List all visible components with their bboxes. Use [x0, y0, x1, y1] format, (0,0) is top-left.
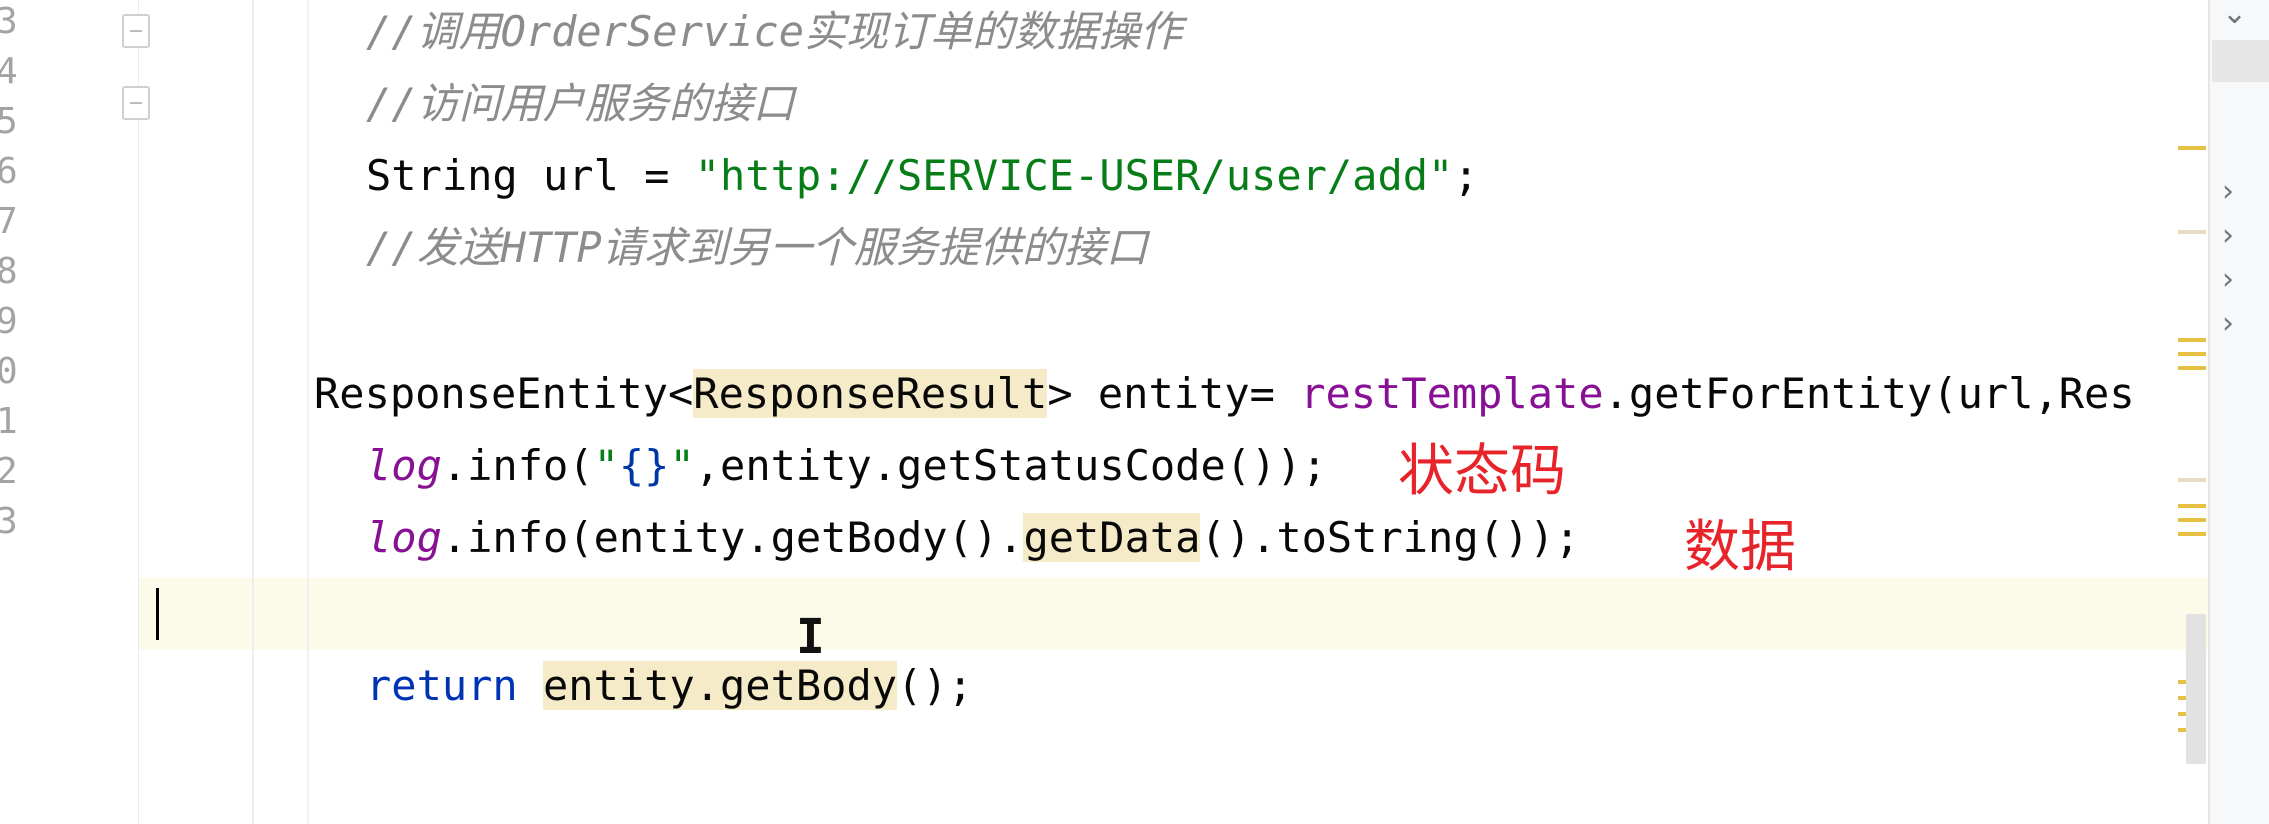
usage-highlight: getData — [1023, 513, 1201, 562]
code-token: (); — [897, 661, 973, 710]
indent-guide — [307, 0, 309, 824]
code-token: ,entity.getStatusCode()); — [694, 441, 1327, 490]
vertical-scrollbar-thumb[interactable] — [2186, 614, 2206, 764]
fold-guide — [252, 0, 254, 824]
fold-icon[interactable] — [122, 86, 150, 120]
code-token: String url = — [366, 151, 695, 200]
current-line-highlight — [138, 578, 2208, 650]
code-token: .info( — [441, 441, 594, 490]
code-line-log-status[interactable]: log.info("{}",entity.getStatusCode()); — [366, 430, 1327, 502]
usage-highlight: ResponseResult — [693, 369, 1048, 418]
text-caret — [156, 588, 159, 640]
code-line-comment[interactable]: //访问用户服务的接口 — [366, 68, 795, 140]
warning-marker[interactable] — [2178, 518, 2206, 522]
code-line-log-data[interactable]: log.info(entity.getBody().getData().toSt… — [366, 502, 1580, 574]
code-line-response-entity[interactable]: ResponseEntity<ResponseResult> entity= r… — [314, 358, 2135, 430]
format-placeholder: {} — [618, 441, 670, 490]
annotation-data: 数据 — [1684, 515, 1796, 580]
warning-marker[interactable] — [2178, 338, 2206, 342]
warning-marker[interactable] — [2178, 478, 2206, 482]
return-keyword: return — [366, 661, 518, 710]
warning-marker[interactable] — [2178, 504, 2206, 508]
chevron-right-icon[interactable]: › — [2222, 260, 2252, 300]
panel-selected-row — [2212, 40, 2269, 82]
rest-template-field: restTemplate — [1300, 369, 1604, 418]
warning-marker[interactable] — [2178, 352, 2206, 356]
code-line-return[interactable]: return entity.getBody(); — [366, 650, 973, 722]
warning-marker[interactable] — [2178, 366, 2206, 370]
code-token: ResponseEntity< — [314, 369, 694, 418]
string-quote: " — [593, 441, 619, 490]
code-token: ; — [1453, 151, 1479, 200]
annotation-status-code: 状态码 — [1398, 439, 1566, 504]
warning-marker[interactable] — [2178, 146, 2206, 150]
code-token: .info(entity.getBody(). — [441, 513, 1024, 562]
usage-highlight: entity.getBody — [543, 661, 898, 710]
code-editor[interactable]: 3 4 5 6 7 8 9 0 1 2 3 //调用OrderService实现… — [0, 0, 2269, 824]
url-string-literal: "http://SERVICE-USER/user/add" — [694, 151, 1454, 200]
line-number: 3 — [0, 501, 18, 542]
code-token: .getForEntity(url,Res — [1603, 369, 2135, 418]
ibeam-cursor-icon: I — [796, 609, 825, 665]
structure-side-panel[interactable] — [2208, 0, 2269, 824]
line-number-gutter[interactable]: 3 4 5 6 7 8 9 0 1 2 3 — [0, 0, 139, 824]
fold-icon[interactable] — [122, 14, 150, 48]
log-field: log — [366, 441, 442, 490]
warning-marker[interactable] — [2178, 532, 2206, 536]
code-token: > entity= — [1047, 369, 1301, 418]
chevron-right-icon[interactable]: › — [2222, 172, 2252, 212]
warning-marker[interactable] — [2178, 230, 2206, 234]
code-token: ().toString()); — [1200, 513, 1580, 562]
log-field: log — [366, 513, 442, 562]
chevron-right-icon[interactable]: › — [2222, 304, 2252, 344]
code-line-comment[interactable]: //调用OrderService实现订单的数据操作 — [366, 0, 1182, 68]
string-quote: " — [669, 441, 695, 490]
chevron-right-icon[interactable]: › — [2222, 216, 2252, 256]
code-line-comment[interactable]: //发送HTTP请求到另一个服务提供的接口 — [366, 212, 1148, 284]
chevron-down-icon[interactable]: ⌄ — [2222, 0, 2252, 34]
code-line-url-declaration[interactable]: String url = "http://SERVICE-USER/user/a… — [366, 140, 1479, 212]
